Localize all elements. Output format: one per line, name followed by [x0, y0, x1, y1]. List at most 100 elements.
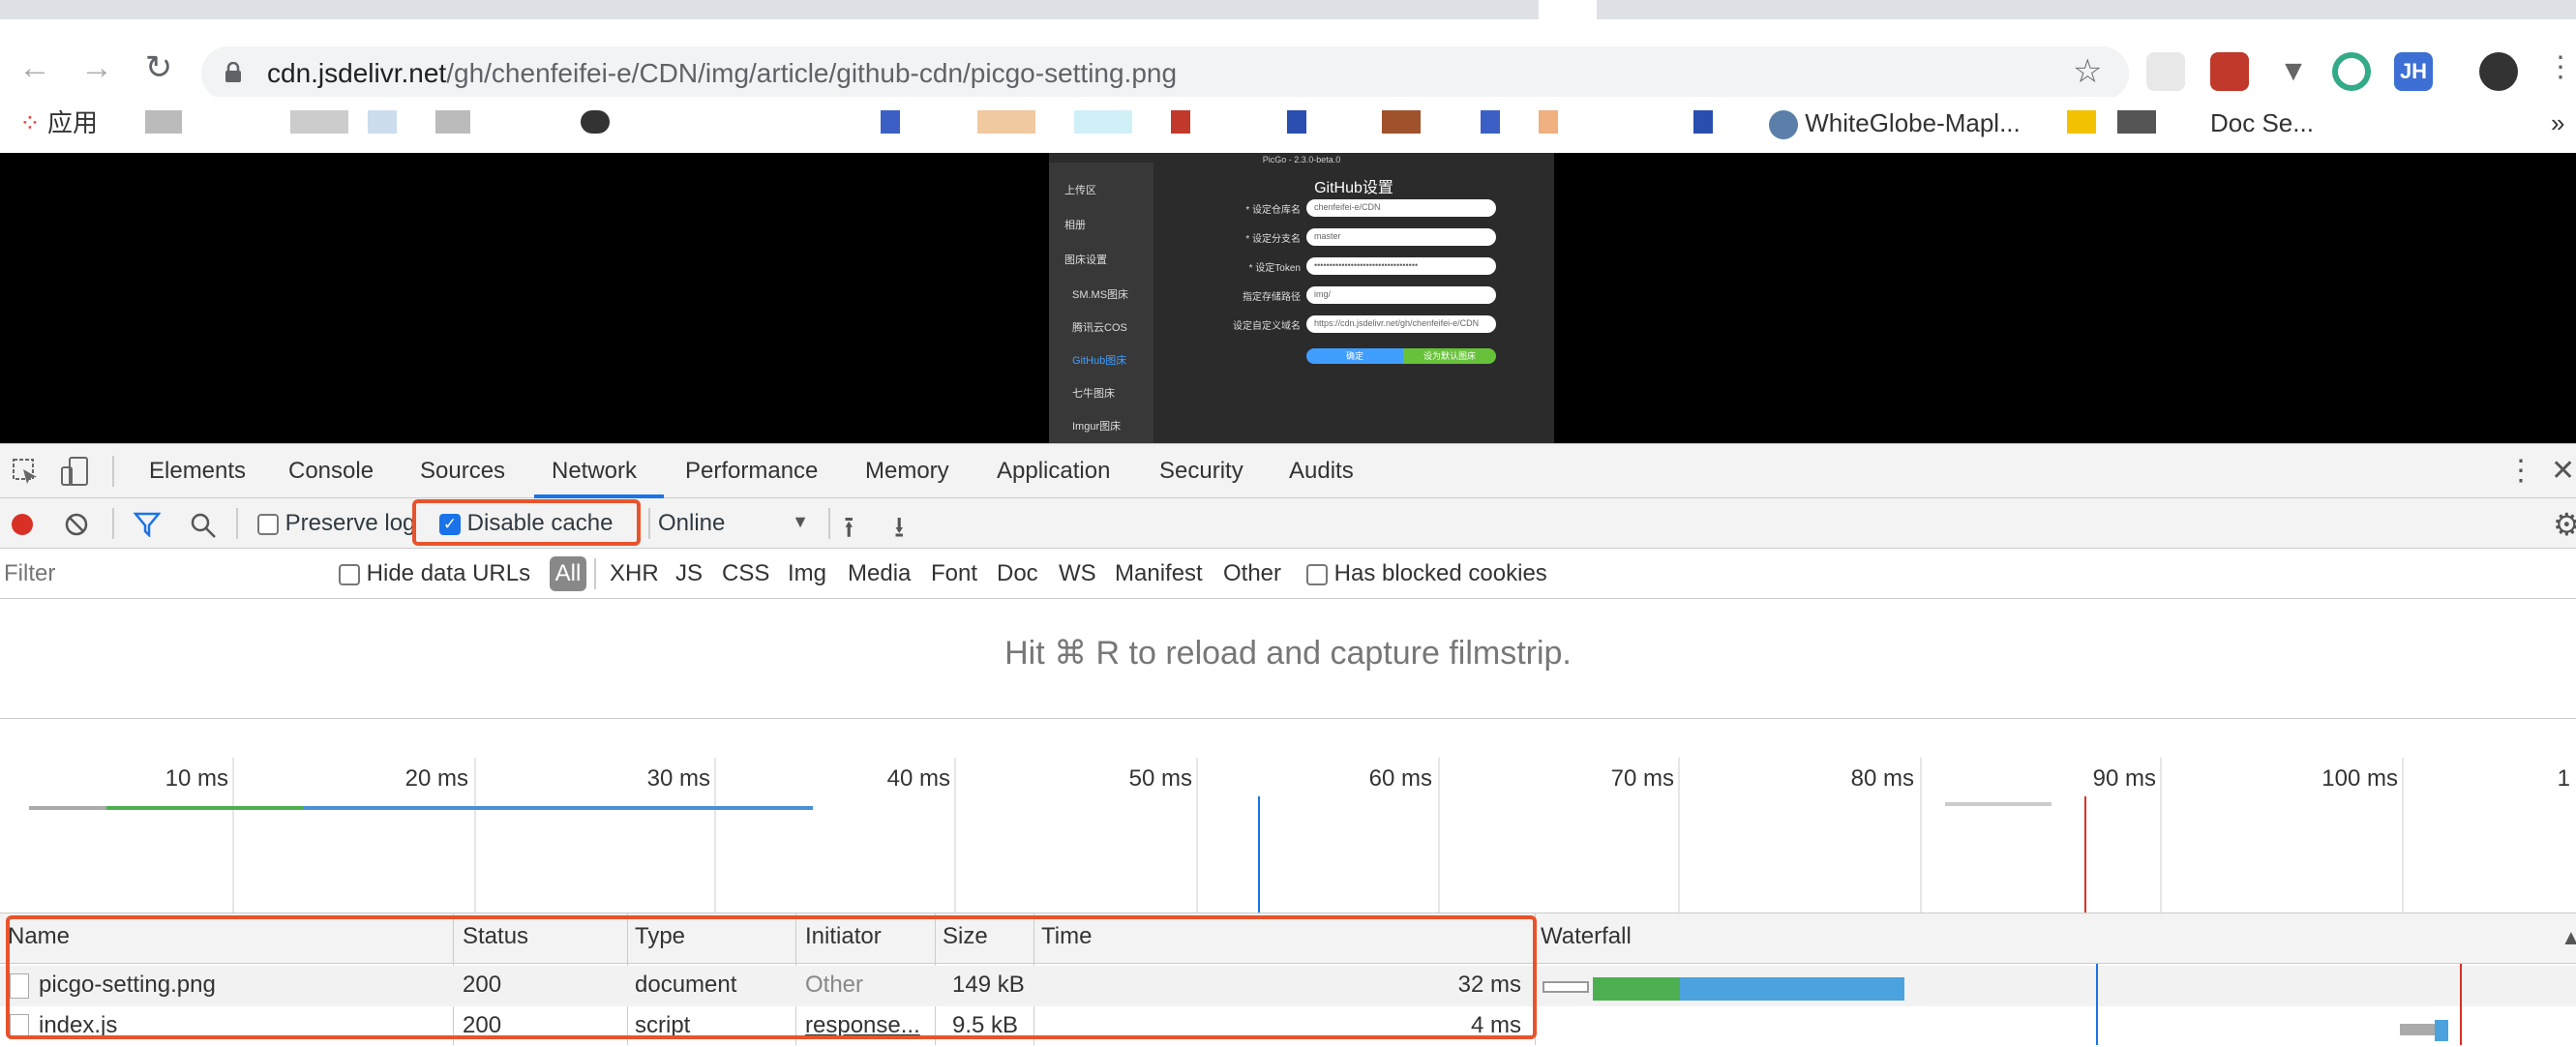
preserve-log-checkbox[interactable]: Preserve log: [257, 510, 415, 537]
hide-data-urls-checkbox[interactable]: Hide data URLs: [339, 560, 530, 587]
tick-label: 70 ms: [1610, 765, 1674, 792]
overview-bar-download: [304, 806, 813, 810]
sort-arrow-icon[interactable]: ▲: [2561, 925, 2576, 950]
bookmark-item[interactable]: [977, 110, 1035, 134]
vue-devtools-icon[interactable]: ▼: [2274, 52, 2313, 91]
tab-application[interactable]: Application: [997, 458, 1110, 485]
devtools-menu-icon[interactable]: ⋮: [2506, 454, 2535, 488]
menu-icon[interactable]: ⋮: [2541, 48, 2576, 87]
extension-icon[interactable]: [2332, 52, 2371, 91]
filter-img[interactable]: Img: [788, 560, 826, 587]
throttling-select[interactable]: Online ▼: [658, 510, 809, 537]
record-icon[interactable]: [12, 514, 33, 535]
avatar[interactable]: [2479, 52, 2518, 91]
form-row: 指定存储路径 img/: [1153, 286, 1554, 304]
bookmark-item[interactable]: [2117, 110, 2156, 134]
waterfall-download-bar: [2435, 1020, 2448, 1041]
filter-doc[interactable]: Doc: [997, 560, 1038, 587]
tab-elements[interactable]: Elements: [149, 458, 246, 485]
search-icon[interactable]: [190, 512, 217, 539]
settings-gear-icon[interactable]: ⚙: [2553, 506, 2576, 543]
bookmark-item[interactable]: [435, 110, 470, 134]
tab-audits[interactable]: Audits: [1289, 458, 1354, 485]
filter-icon[interactable]: [134, 512, 161, 537]
form-row: * 设定分支名 master: [1153, 228, 1554, 246]
waterfall-download-bar: [1680, 977, 1904, 1001]
checkbox-unchecked[interactable]: [1306, 563, 1328, 585]
apps-grid-icon: ⁘: [19, 108, 41, 137]
confirm-button: 确定: [1306, 348, 1403, 364]
device-toolbar-icon[interactable]: [60, 456, 91, 487]
bookmark-item[interactable]: [1382, 110, 1421, 134]
bookmark-item[interactable]: [881, 110, 900, 134]
tab-security[interactable]: Security: [1159, 458, 1243, 485]
browser-toolbar: ← → ↻ cdn.jsdelivr.net/gh/chenfeifei-e/C…: [0, 19, 2576, 106]
bookmark-item[interactable]: [1074, 110, 1132, 134]
picgo-screenshot-image: PicGo - 2.3.0-beta.0 上传区 相册 图床设置 SM.MS图床…: [1049, 153, 1554, 443]
bookmark-item[interactable]: [145, 110, 182, 134]
sidebar-item-cos: 腾讯云COS: [1072, 322, 1127, 334]
bookmark-item[interactable]: [2067, 110, 2096, 134]
tab-sources[interactable]: Sources: [420, 458, 505, 485]
tab-memory[interactable]: Memory: [865, 458, 949, 485]
requests-table: Name Status Type Initiator Size Time Wat…: [0, 912, 2576, 1045]
tick-label: 20 ms: [404, 765, 468, 792]
bookmark-star-icon[interactable]: ☆: [2073, 52, 2102, 91]
filter-media[interactable]: Media: [848, 560, 911, 587]
bookmarks-overflow[interactable]: »: [2551, 106, 2564, 139]
devtools-tabbar: Elements Console Sources Network Perform…: [0, 444, 2576, 498]
grid-tick: [1438, 758, 1440, 912]
extension-icon[interactable]: JH: [2394, 52, 2433, 91]
bookmark-item[interactable]: [1171, 110, 1190, 134]
tick-label: 80 ms: [1850, 765, 1914, 792]
filter-other[interactable]: Other: [1223, 560, 1281, 587]
clear-icon[interactable]: [64, 512, 89, 537]
filter-css[interactable]: CSS: [722, 560, 769, 587]
has-blocked-cookies-checkbox[interactable]: Has blocked cookies: [1306, 560, 1547, 587]
tab-performance[interactable]: Performance: [685, 458, 818, 485]
inspect-element-icon[interactable]: [12, 458, 39, 485]
forward-icon[interactable]: →: [77, 48, 116, 87]
reload-icon[interactable]: ↻: [139, 48, 178, 87]
filter-ws[interactable]: WS: [1059, 560, 1096, 587]
extension-icon[interactable]: [2146, 52, 2185, 91]
bookmark-item[interactable]: [1693, 110, 1713, 134]
checkbox-unchecked[interactable]: [339, 563, 360, 585]
filter-js[interactable]: JS: [675, 560, 703, 587]
timeline-overview: 10 ms 20 ms 30 ms 40 ms 50 ms 60 ms 70 m…: [0, 758, 2576, 912]
bookmark-item[interactable]: [368, 110, 397, 134]
devtools-panel: Elements Console Sources Network Perform…: [0, 443, 2576, 1045]
bookmark-item[interactable]: [581, 110, 610, 134]
filter-input[interactable]: [4, 556, 314, 591]
sidebar-item-github: GitHub图床: [1072, 355, 1127, 367]
filter-xhr[interactable]: XHR: [610, 560, 659, 587]
bookmark-item[interactable]: Doc Se...: [2210, 106, 2314, 139]
tick-label: 1: [2557, 765, 2570, 792]
apps-bookmark[interactable]: ⁘ 应用: [19, 106, 98, 139]
back-icon[interactable]: ←: [15, 48, 54, 87]
tab-network[interactable]: Network: [552, 458, 637, 485]
filter-manifest[interactable]: Manifest: [1115, 560, 1203, 587]
tab-console[interactable]: Console: [288, 458, 374, 485]
bookmark-item[interactable]: [290, 110, 348, 134]
checkbox-unchecked[interactable]: [257, 513, 279, 535]
bookmark-item[interactable]: [1539, 110, 1558, 134]
form-row: * 设定Token •••••••••••••••••••••••••••••••…: [1153, 257, 1554, 275]
active-tab[interactable]: [1539, 0, 1597, 19]
column-waterfall[interactable]: Waterfall: [1541, 923, 1632, 950]
tick-label: 40 ms: [886, 765, 950, 792]
overview-bar-waiting: [106, 806, 304, 810]
domcontentloaded-marker: [2096, 964, 2098, 1045]
bookmark-item[interactable]: WhiteGlobe-Mapl...: [1769, 106, 2021, 140]
grid-tick: [474, 758, 476, 912]
filter-all[interactable]: All: [550, 556, 586, 591]
dropdown-arrow-icon: ▼: [792, 512, 809, 531]
grid-tick: [232, 758, 234, 912]
close-icon[interactable]: ✕: [2551, 454, 2575, 488]
bookmark-item[interactable]: [1481, 110, 1500, 134]
address-bar[interactable]: cdn.jsdelivr.net/gh/chenfeifei-e/CDN/img…: [201, 46, 2129, 101]
network-toolbar: Preserve log ✓ Disable cache Online ▼ ⭱ ⭳…: [0, 498, 2576, 549]
extension-icon[interactable]: [2210, 52, 2249, 91]
filter-font[interactable]: Font: [931, 560, 977, 587]
bookmark-item[interactable]: [1287, 110, 1306, 134]
